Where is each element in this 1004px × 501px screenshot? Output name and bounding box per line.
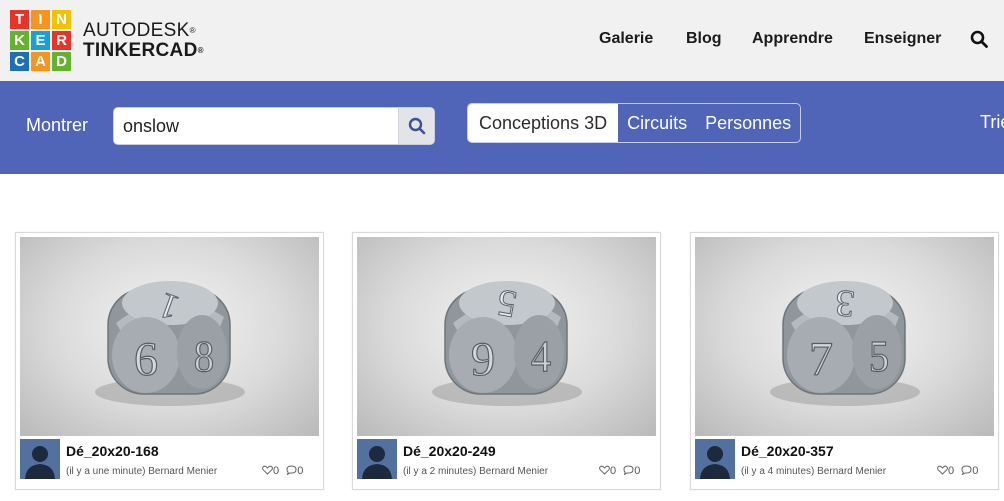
avatar[interactable] xyxy=(20,439,60,479)
nav-gallery[interactable]: Galerie xyxy=(599,30,653,48)
comment-count: 0 xyxy=(634,465,641,477)
like-count: 0 xyxy=(273,465,280,477)
brand-tinkercad: TINKERCAD xyxy=(83,40,198,61)
sort-label[interactable]: Trier xyxy=(980,112,1004,133)
card-title[interactable]: Dé_20x20-168 xyxy=(66,443,159,459)
card-stats: 0 0 xyxy=(937,465,978,477)
avatar[interactable] xyxy=(357,439,397,479)
design-card[interactable]: 1 6 8 Dé_20x20-168 (il y a une minute) B… xyxy=(15,232,324,490)
logo-letter: C xyxy=(10,52,29,71)
die-face-number: 4 xyxy=(531,332,551,381)
like-count: 0 xyxy=(610,465,617,477)
design-thumbnail[interactable]: 5 9 4 xyxy=(357,237,656,436)
heart-icon[interactable] xyxy=(937,465,948,475)
registered-mark: ® xyxy=(197,46,204,55)
design-card[interactable]: 3 7 5 Dé_20x20-357 (il y a 4 minutes) Be… xyxy=(690,232,999,490)
card-stats: 0 0 xyxy=(599,465,640,477)
logo-letter: D xyxy=(52,52,71,71)
comment-icon[interactable] xyxy=(286,465,297,476)
comment-count: 0 xyxy=(972,465,979,477)
tab-3d-designs[interactable]: Conceptions 3D xyxy=(468,104,619,142)
search-input[interactable] xyxy=(114,108,398,144)
logo-letter: I xyxy=(31,10,50,29)
die-face-number: 6 xyxy=(134,333,158,386)
card-stats: 0 0 xyxy=(262,465,303,477)
design-thumbnail[interactable]: 3 7 5 xyxy=(695,237,994,436)
tab-people[interactable]: Personnes xyxy=(696,104,800,142)
nav-teach[interactable]: Enseigner xyxy=(864,30,941,48)
logo-letter: K xyxy=(10,31,29,50)
heart-icon[interactable] xyxy=(599,465,610,475)
design-card[interactable]: 5 9 4 Dé_20x20-249 (il y a 2 minutes) Be… xyxy=(352,232,661,490)
die-face-number: 3 xyxy=(834,281,857,324)
registered-mark: ® xyxy=(189,26,196,35)
card-meta: (il y a 4 minutes) Bernard Menier xyxy=(741,466,887,477)
logo-letter: R xyxy=(52,31,71,50)
comment-count: 0 xyxy=(297,465,304,477)
die-face-number: 7 xyxy=(809,333,833,386)
die-face-number: 5 xyxy=(869,332,889,381)
card-meta: (il y a 2 minutes) Bernard Menier xyxy=(403,466,549,477)
design-thumbnail[interactable]: 1 6 8 xyxy=(20,237,319,436)
nav-learn[interactable]: Apprendre xyxy=(752,30,833,48)
tab-circuits[interactable]: Circuits xyxy=(618,104,696,142)
content-type-tabs: Conceptions 3D Circuits Personnes xyxy=(467,103,802,143)
tinkercad-logo[interactable]: T I N K E R C A D xyxy=(10,10,72,71)
logo-letter: T xyxy=(10,10,29,29)
search-icon[interactable] xyxy=(970,30,988,48)
brand-wordmark[interactable]: AUTODESK® TINKERCAD® xyxy=(83,21,204,61)
show-label: Montrer xyxy=(26,115,89,135)
card-meta: (il y a une minute) Bernard Menier xyxy=(66,466,218,477)
search-box xyxy=(113,107,435,145)
logo-letter: A xyxy=(31,52,50,71)
top-header: T I N K E R C A D AUTODESK® TINKERCAD® G… xyxy=(0,0,1004,81)
search-icon xyxy=(408,117,426,135)
comment-icon[interactable] xyxy=(623,465,634,476)
brand-autodesk: AUTODESK xyxy=(83,20,190,41)
card-title[interactable]: Dé_20x20-249 xyxy=(403,443,496,459)
search-button[interactable] xyxy=(398,108,434,144)
card-title[interactable]: Dé_20x20-357 xyxy=(741,443,834,459)
die-face-number: 9 xyxy=(471,333,495,386)
heart-icon[interactable] xyxy=(262,465,273,475)
logo-letter: E xyxy=(31,31,50,50)
comment-icon[interactable] xyxy=(961,465,972,476)
like-count: 0 xyxy=(948,465,955,477)
logo-letter: N xyxy=(52,10,71,29)
nav-blog[interactable]: Blog xyxy=(686,30,722,48)
die-face-number: 8 xyxy=(194,332,214,381)
avatar[interactable] xyxy=(695,439,735,479)
